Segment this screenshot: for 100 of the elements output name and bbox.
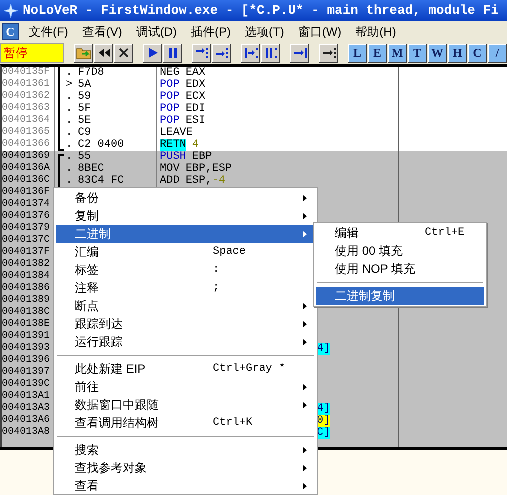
menu-item[interactable]: 备份 <box>56 189 315 207</box>
letter-button[interactable]: L <box>348 44 367 62</box>
hex-cell: 8BEC <box>78 163 104 175</box>
menu-item[interactable]: 前往 <box>56 378 315 396</box>
star-icon <box>3 2 19 18</box>
menu-item[interactable]: 帮助(H) <box>350 22 402 40</box>
menu-item[interactable]: 文件(F) <box>24 22 74 40</box>
hex-cell: 55 <box>78 151 92 163</box>
mnemonic: LEAVE <box>160 127 194 139</box>
menu-item[interactable]: 选项(T) <box>240 22 290 40</box>
mnemonic: POP <box>160 115 180 127</box>
operand: EAX <box>186 67 206 79</box>
arrow-icon <box>303 446 307 454</box>
toolbar-button[interactable] <box>163 44 182 62</box>
toolbar-button[interactable] <box>94 44 113 62</box>
menu-item[interactable]: 断点 <box>56 297 315 315</box>
toolbar-button[interactable] <box>192 44 211 62</box>
mnemonic: POP <box>160 79 180 91</box>
toolbar-button[interactable] <box>114 44 133 62</box>
jump-mark: . <box>65 91 74 103</box>
hex-cell: 5E <box>78 115 92 127</box>
menu-item[interactable]: 使用 NOP 填充 <box>316 260 484 278</box>
menu-item[interactable]: 搜索 <box>56 441 315 459</box>
hex-cell: 83C4 FC <box>78 175 124 187</box>
toolbar-button[interactable] <box>241 44 260 62</box>
constant: 4 <box>192 139 200 151</box>
menu-item[interactable]: 查看 <box>56 477 315 495</box>
toolbar-button[interactable] <box>74 44 93 62</box>
menu-item[interactable]: 查看调用结构树 Ctrl+K <box>56 414 315 432</box>
menu-item[interactable]: 插件(P) <box>186 22 236 40</box>
hex-cell: F7D8 <box>78 67 104 79</box>
return-icon <box>292 45 308 61</box>
arrow-icon <box>303 464 307 472</box>
menu-item[interactable]: 调试(D) <box>131 22 182 40</box>
hex-cell: C9 <box>78 127 92 139</box>
step-icon <box>194 45 210 61</box>
letter-button[interactable]: C <box>468 44 487 62</box>
menu-item[interactable]: 跟踪到达 <box>56 315 315 333</box>
menu-item[interactable]: 使用 00 填充 <box>316 242 484 260</box>
operand: ESP, <box>186 175 212 187</box>
arrow-icon <box>303 384 307 390</box>
jump-mark: . <box>65 175 74 187</box>
status-label: 暂停 <box>0 43 64 63</box>
toolbar-button[interactable] <box>319 44 338 62</box>
letter-button[interactable]: / <box>488 44 507 62</box>
hex-cell: C2 0400 <box>78 139 124 151</box>
operand: 0] <box>317 415 330 427</box>
arrow-icon <box>303 194 307 202</box>
menu-item[interactable]: 汇编 Space <box>56 243 315 261</box>
hex-cell: 5F <box>78 103 92 115</box>
arrow-icon <box>303 320 307 328</box>
mnemonic: PUSH <box>160 151 186 163</box>
operand: ESI <box>186 115 206 127</box>
letter-button[interactable]: M <box>388 44 407 62</box>
mnemonic: ADD <box>160 175 180 187</box>
window-title: NoLoVeR - FirstWindow.exe - [*C.P.U* - main thread, module Fi <box>23 2 499 20</box>
menu-item[interactable]: 查找参考对象 <box>56 459 315 477</box>
operand: EDI <box>186 103 206 115</box>
toolbar-button[interactable] <box>290 44 309 62</box>
goto-icon <box>320 45 336 61</box>
menu-item[interactable]: 注释 ; <box>56 279 315 297</box>
menu-item[interactable]: 窗口(W) <box>293 22 347 40</box>
arrow-icon <box>303 302 307 310</box>
toolbar-button[interactable] <box>261 44 280 62</box>
operand: 4] <box>317 403 330 415</box>
operand: EDX <box>186 79 206 91</box>
jump-mark: > <box>65 79 74 91</box>
menu-item[interactable]: 数据窗口中跟随 <box>56 396 315 414</box>
jump-mark: . <box>65 115 74 127</box>
menu-item[interactable]: 编辑 Ctrl+E <box>316 224 484 242</box>
mnemonic: POP <box>160 91 180 103</box>
menu-item[interactable]: 二进制 <box>56 225 315 243</box>
menu-item[interactable]: 标签 : <box>56 261 315 279</box>
mnemonic: MOV <box>160 163 180 175</box>
constant: -4 <box>212 175 226 187</box>
trace-icon <box>242 45 258 61</box>
step-icon <box>214 45 230 61</box>
menu-item[interactable]: 查看(V) <box>77 22 128 40</box>
jump-mark: . <box>65 127 74 139</box>
toolbar-button[interactable] <box>143 44 162 62</box>
arrow-icon <box>303 230 307 238</box>
hex-cell: 5A <box>78 79 92 91</box>
toolbar-button[interactable] <box>212 44 231 62</box>
letter-button[interactable]: E <box>368 44 387 62</box>
jump-mark: . <box>65 139 74 151</box>
arrow-icon <box>303 482 307 490</box>
menu-item[interactable]: 运行跟踪 <box>56 333 315 351</box>
arrow-icon <box>303 402 307 408</box>
menu-item[interactable]: 此处新建 EIP Ctrl+Gray * <box>56 360 315 378</box>
cpu-button[interactable]: C <box>2 23 19 40</box>
letter-button[interactable]: T <box>408 44 427 62</box>
mnemonic: RETN <box>160 139 186 151</box>
operand: EBP <box>192 151 212 163</box>
jump-mark: . <box>65 67 74 79</box>
letter-button[interactable]: W <box>428 44 447 62</box>
menu-item[interactable]: 复制 <box>56 207 315 225</box>
menu-item[interactable]: 二进制复制 <box>316 287 484 305</box>
hex-cell: 59 <box>78 91 92 103</box>
letter-button[interactable]: H <box>448 44 467 62</box>
arrow-icon <box>303 338 307 346</box>
